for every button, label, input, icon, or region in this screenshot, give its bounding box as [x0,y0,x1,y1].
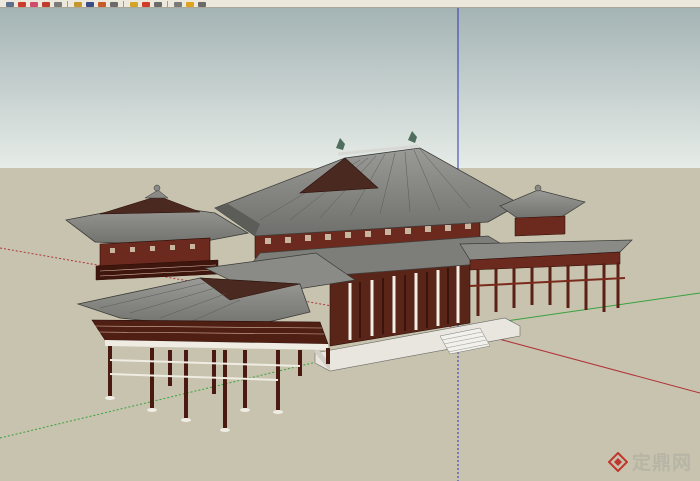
orbit-icon[interactable] [140,0,151,7]
scene-canvas[interactable] [0,8,700,481]
rotate-icon[interactable] [96,0,107,7]
offset-icon[interactable] [108,0,119,7]
toolbar-divider [123,0,124,7]
toolbar-divider [67,0,68,7]
rectangle-icon[interactable] [40,0,51,7]
pan-icon[interactable] [152,0,163,7]
watermark-text: 定鼎网 [631,452,692,474]
zoom-extents-icon[interactable] [184,0,195,7]
walk-icon[interactable] [196,0,207,7]
sky [0,8,700,168]
paint-bucket-icon[interactable] [16,0,27,7]
zoom-icon[interactable] [172,0,183,7]
push-pull-icon[interactable] [72,0,83,7]
select-icon[interactable] [4,0,15,7]
line-icon[interactable] [52,0,63,7]
eraser-icon[interactable] [28,0,39,7]
sketchup-window: 定鼎网 [0,0,700,481]
tape-measure-icon[interactable] [128,0,139,7]
diamond-logo-icon [607,451,628,472]
model-viewport[interactable]: 定鼎网 [0,8,700,481]
move-icon[interactable] [84,0,95,7]
tool-toolbar [0,0,700,8]
toolbar-divider [167,0,168,7]
watermark: 定鼎网 [607,448,692,475]
